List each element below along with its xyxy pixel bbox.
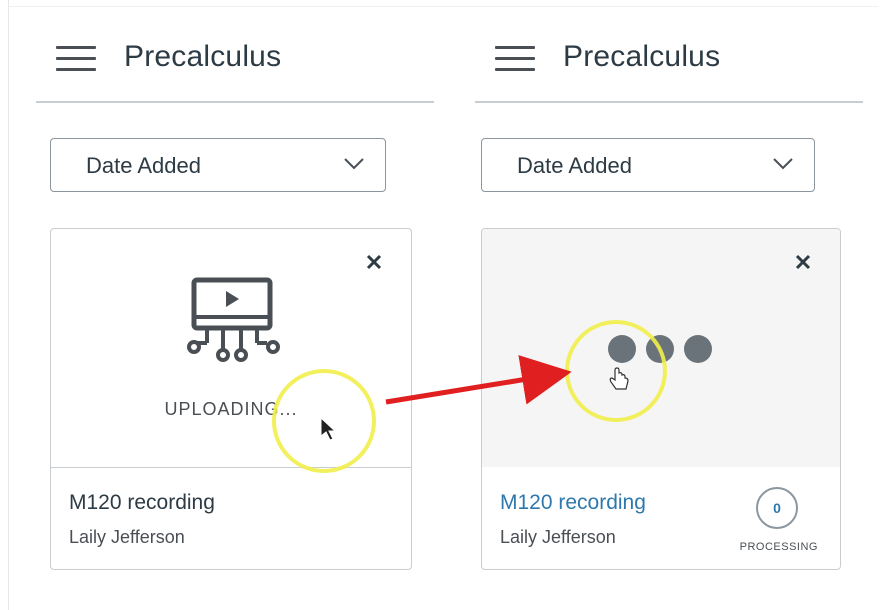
processing-status-label: PROCESSING: [739, 541, 818, 553]
sort-dropdown[interactable]: Date Added: [481, 138, 815, 192]
card-divider: [51, 467, 411, 468]
hamburger-menu-icon[interactable]: [56, 46, 96, 72]
media-card: UPLOADING... M120 recording Laily Jeffer…: [50, 228, 412, 570]
close-icon[interactable]: [794, 253, 812, 271]
media-title: M120 recording: [69, 491, 215, 514]
sort-dropdown[interactable]: Date Added: [50, 138, 386, 192]
card-preview: UPLOADING...: [51, 229, 411, 467]
chevron-down-icon: [344, 158, 364, 170]
processing-count-badge: 0: [756, 487, 798, 529]
media-title-link[interactable]: M120 recording: [500, 491, 646, 515]
sort-dropdown-value: Date Added: [517, 153, 632, 178]
frame-border: [8, 0, 9, 610]
hamburger-menu-icon[interactable]: [495, 46, 535, 72]
course-header: Precalculus: [475, 34, 863, 103]
card-preview[interactable]: [482, 229, 840, 467]
course-title: Precalculus: [563, 40, 721, 73]
course-header: Precalculus: [36, 34, 434, 103]
video-upload-icon: [187, 277, 280, 362]
panel-processing: Precalculus Date Added M120 recording La…: [475, 0, 863, 610]
close-icon[interactable]: [365, 253, 383, 271]
course-title: Precalculus: [124, 40, 282, 73]
panel-uploading: Precalculus Date Added UPLOADING... M120…: [36, 0, 434, 610]
media-author: Laily Jefferson: [500, 527, 616, 547]
media-author: Laily Jefferson: [69, 527, 185, 547]
header-divider: [36, 101, 434, 103]
chevron-down-icon: [773, 158, 793, 170]
uploading-status: UPLOADING...: [164, 399, 298, 419]
media-card[interactable]: M120 recording Laily Jefferson 0 PROCESS…: [481, 228, 841, 570]
header-divider: [475, 101, 863, 103]
sort-dropdown-value: Date Added: [86, 153, 201, 178]
loading-dots-icon: [608, 335, 716, 365]
